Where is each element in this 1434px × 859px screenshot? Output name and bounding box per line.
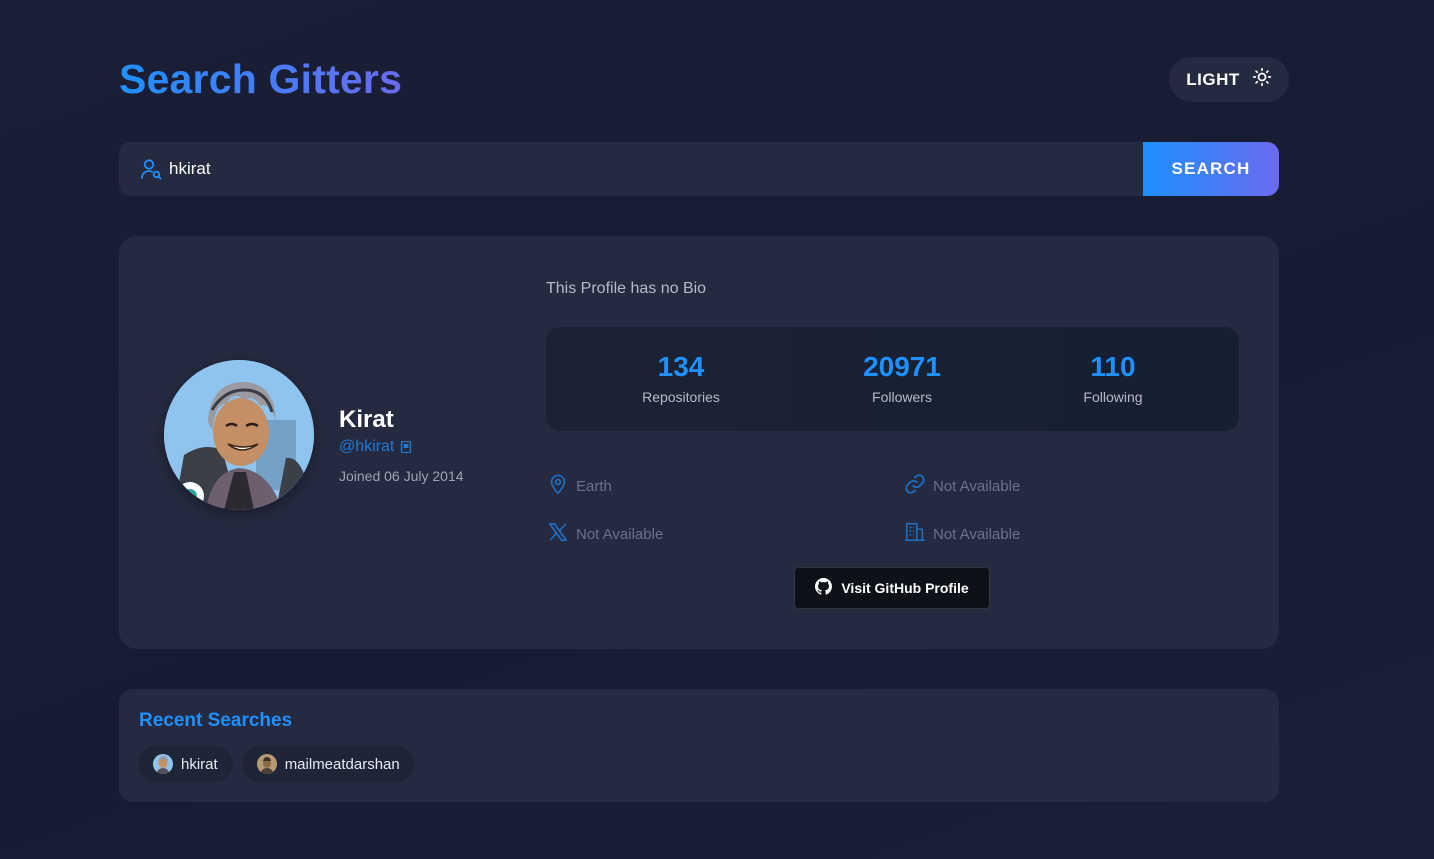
website-text: Not Available — [933, 477, 1021, 495]
stat-label: Repositories — [642, 389, 720, 405]
search-button[interactable]: SEARCH — [1143, 142, 1279, 196]
location-info: Earth — [547, 473, 612, 499]
company-text: Not Available — [933, 525, 1021, 543]
sun-icon — [1252, 67, 1272, 92]
location-pin-icon — [547, 473, 569, 499]
visit-github-label: Visit GitHub Profile — [841, 580, 969, 596]
recent-search-label: hkirat — [181, 755, 218, 773]
stat-value: 20971 — [863, 351, 941, 382]
profile-card: Kirat @hkirat Joined 06 July 2014 This P… — [119, 236, 1279, 649]
joined-date: Joined 06 July 2014 — [339, 468, 464, 484]
theme-toggle-label: LIGHT — [1186, 69, 1240, 89]
building-icon — [904, 521, 926, 547]
recent-search-chip[interactable]: mailmeatdarshan — [242, 746, 415, 782]
anime-avatar-icon — [153, 754, 173, 774]
app-page: Search Gitters LIGHT SEARCH — [0, 0, 1434, 859]
profile-bio: This Profile has no Bio — [546, 280, 707, 297]
recent-search-label: mailmeatdarshan — [284, 755, 400, 773]
user-search-icon — [139, 157, 163, 181]
profile-avatar — [164, 360, 314, 510]
website-info: Not Available — [904, 473, 1020, 499]
recent-searches-list: hkirat mailmeatdarshan — [139, 746, 415, 782]
visit-github-button[interactable]: Visit GitHub Profile — [794, 567, 990, 609]
github-icon — [815, 578, 833, 598]
stat-label: Followers — [872, 389, 932, 405]
recent-search-chip[interactable]: hkirat — [139, 746, 233, 782]
twitter-text: Not Available — [576, 525, 664, 543]
profile-name: Kirat — [339, 406, 394, 433]
recent-searches-panel: Recent Searches hkirat mailmeatdarshan — [119, 689, 1279, 802]
link-icon — [904, 473, 926, 499]
stats-panel: 134 Repositories 20971 Followers 110 Fol… — [546, 327, 1239, 431]
photo-avatar-icon — [256, 754, 277, 774]
recent-searches-heading: Recent Searches — [139, 710, 293, 731]
theme-toggle-button[interactable]: LIGHT — [1169, 57, 1289, 102]
search-input[interactable] — [169, 142, 1143, 196]
stat-label: Following — [1083, 389, 1143, 405]
stat-value: 110 — [1090, 351, 1136, 382]
profile-handle: @hkirat — [339, 438, 395, 455]
stat-repositories: 134 Repositories — [601, 351, 761, 405]
copy-icon[interactable] — [400, 441, 412, 453]
page-title: Search Gitters — [119, 56, 403, 102]
search-bar: SEARCH — [119, 142, 1279, 196]
stat-followers: 20971 Followers — [822, 351, 982, 405]
stat-following: 110 Following — [1033, 351, 1193, 405]
stat-value: 134 — [657, 351, 705, 382]
profile-handle-link[interactable]: @hkirat — [339, 438, 412, 456]
x-twitter-icon — [547, 521, 569, 547]
twitter-info: Not Available — [547, 521, 663, 547]
company-info: Not Available — [904, 521, 1020, 547]
location-text: Earth — [576, 477, 612, 495]
